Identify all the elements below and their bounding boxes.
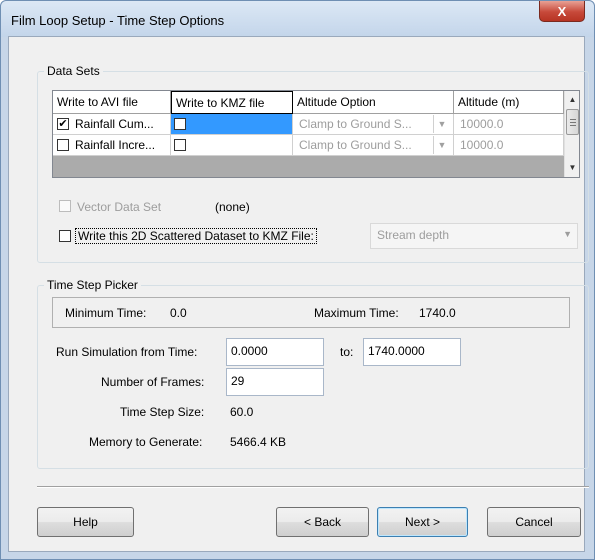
avi-cell: ✔ Rainfall Cum...: [53, 114, 171, 135]
window-title: Film Loop Setup - Time Step Options: [11, 13, 225, 28]
kmz-checkbox[interactable]: [174, 139, 186, 151]
dataset-name: Rainfall Incre...: [75, 138, 156, 152]
step-size-label: Time Step Size:: [120, 405, 205, 419]
help-button[interactable]: Help: [37, 507, 134, 537]
avi-cell: Rainfall Incre...: [53, 135, 171, 156]
scatter-kmz-label[interactable]: Write this 2D Scattered Dataset to KMZ F…: [75, 228, 317, 244]
chevron-down-icon[interactable]: ▼: [433, 115, 450, 133]
dataset-name: Rainfall Cum...: [75, 117, 154, 131]
altitude-option-cell: Clamp to Ground S... ▼: [293, 114, 454, 135]
vector-data-set-label: Vector Data Set: [77, 200, 162, 214]
scroll-thumb[interactable]: [566, 109, 579, 135]
back-button-label: < Back: [303, 515, 342, 529]
column-header-avi[interactable]: Write to AVI file: [53, 91, 171, 114]
column-header-altitude-option[interactable]: Altitude Option: [293, 91, 454, 114]
time-range-info: Minimum Time: 0.0 Maximum Time: 1740.0: [52, 297, 570, 328]
vector-data-set-checkbox[interactable]: [59, 200, 71, 212]
altitude-option-cell: Clamp to Ground S... ▼: [293, 135, 454, 156]
data-sets-table: Write to AVI file Write to KMZ file Alti…: [52, 90, 580, 178]
title-bar[interactable]: Film Loop Setup - Time Step Options X: [1, 1, 594, 37]
kmz-checkbox[interactable]: [174, 118, 186, 130]
min-time-label: Minimum Time:: [65, 306, 147, 320]
table-scrollbar[interactable]: ▲ ▼: [564, 91, 579, 177]
frames-label: Number of Frames:: [101, 375, 205, 389]
cancel-button-label: Cancel: [515, 515, 553, 529]
scroll-up-icon[interactable]: ▲: [565, 91, 580, 108]
altitude-option-value[interactable]: Clamp to Ground S...: [299, 138, 412, 152]
to-label: to:: [340, 345, 354, 359]
max-time-value: 1740.0: [419, 306, 456, 320]
step-size-value: 60.0: [230, 405, 254, 419]
cancel-button[interactable]: Cancel: [487, 507, 581, 537]
altitude-value[interactable]: 10000.0: [460, 138, 503, 152]
close-button[interactable]: X: [539, 1, 585, 22]
kmz-cell: [171, 114, 293, 135]
column-header-altitude[interactable]: Altitude (m): [454, 91, 564, 114]
altitude-value[interactable]: 10000.0: [460, 117, 503, 131]
run-to-input[interactable]: 1740.0000: [363, 338, 461, 366]
table-row[interactable]: ✔ Rainfall Cum... Clamp to Ground S... ▼…: [53, 114, 564, 135]
next-button-label: Next >: [404, 515, 440, 529]
scatter-dataset-dropdown[interactable]: Stream depth ▼: [370, 223, 578, 249]
altitude-option-value[interactable]: Clamp to Ground S...: [299, 117, 412, 131]
run-from-input[interactable]: 0.0000: [226, 338, 324, 366]
chevron-down-icon: ▼: [563, 229, 572, 239]
memory-value: 5466.4 KB: [230, 435, 287, 449]
back-button[interactable]: < Back: [276, 507, 369, 537]
frames-input[interactable]: 29: [226, 368, 324, 396]
scatter-kmz-checkbox[interactable]: [59, 230, 71, 242]
scatter-dataset-value: Stream depth: [377, 228, 450, 242]
avi-checkbox[interactable]: [57, 139, 69, 151]
vector-data-set-value: (none): [215, 200, 250, 214]
column-header-kmz[interactable]: Write to KMZ file: [171, 91, 293, 114]
button-separator: [37, 486, 589, 488]
time-step-picker-legend: Time Step Picker: [44, 278, 141, 292]
altitude-cell: 10000.0: [454, 114, 564, 135]
altitude-cell: 10000.0: [454, 135, 564, 156]
table-header-row: Write to AVI file Write to KMZ file Alti…: [53, 91, 564, 114]
avi-checkbox[interactable]: ✔: [57, 118, 69, 130]
scroll-down-icon[interactable]: ▼: [565, 159, 580, 176]
chevron-down-icon[interactable]: ▼: [433, 136, 450, 154]
kmz-cell: [171, 135, 293, 156]
max-time-label: Maximum Time:: [314, 306, 399, 320]
close-icon: X: [557, 3, 567, 19]
memory-label: Memory to Generate:: [89, 435, 203, 449]
table-row[interactable]: Rainfall Incre... Clamp to Ground S... ▼…: [53, 135, 564, 156]
help-button-label: Help: [73, 515, 98, 529]
run-from-label: Run Simulation from Time:: [56, 345, 198, 359]
data-sets-legend: Data Sets: [44, 64, 103, 78]
min-time-value: 0.0: [170, 306, 187, 320]
next-button[interactable]: Next >: [377, 507, 468, 537]
